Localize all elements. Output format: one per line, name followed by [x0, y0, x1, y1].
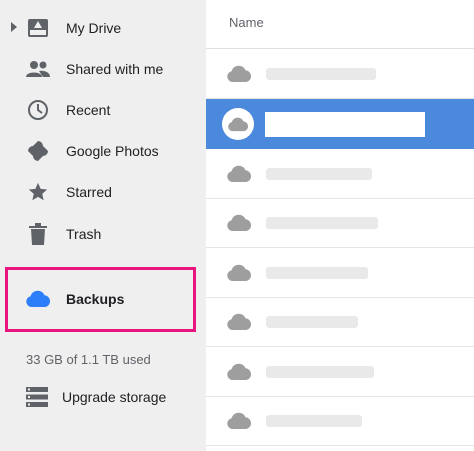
- cloud-icon: [227, 363, 252, 380]
- redacted-file-name: [265, 112, 425, 137]
- file-row[interactable]: [206, 297, 474, 347]
- file-list: Name: [206, 0, 474, 451]
- sidebar-item-trash[interactable]: Trash: [0, 214, 206, 254]
- file-row[interactable]: [206, 198, 474, 248]
- cloud-icon: [227, 65, 252, 82]
- file-row[interactable]: [206, 396, 474, 446]
- expand-arrow-icon[interactable]: [11, 22, 17, 32]
- redacted-file-name: [266, 415, 362, 427]
- file-row[interactable]: [206, 248, 474, 298]
- sidebar-item-shared-with-me[interactable]: Shared with me: [0, 49, 206, 89]
- redacted-file-name: [266, 168, 372, 180]
- cloud-icon: [227, 313, 252, 330]
- sidebar-item-label: Starred: [66, 184, 112, 200]
- cloud-icon: [25, 287, 51, 311]
- sidebar-item-label: Shared with me: [66, 61, 164, 77]
- name-column-header[interactable]: Name: [229, 15, 264, 30]
- pinwheel-icon: [26, 139, 50, 163]
- star-icon: [26, 180, 50, 204]
- upgrade-storage-label: Upgrade storage: [62, 389, 167, 405]
- sidebar-item-label: My Drive: [66, 20, 122, 36]
- file-row[interactable]: [206, 49, 474, 99]
- selection-circle: [222, 108, 254, 140]
- sidebar-item-label: Trash: [66, 226, 102, 242]
- cloud-icon: [227, 412, 252, 429]
- trash-icon: [26, 222, 50, 246]
- redacted-file-name: [266, 316, 358, 328]
- sidebar-item-recent[interactable]: Recent: [0, 90, 206, 130]
- column-header: Name: [206, 0, 474, 49]
- sidebar-item-label: Backups: [66, 291, 125, 307]
- file-row[interactable]: [206, 347, 474, 397]
- cloud-icon: [227, 165, 252, 182]
- people-icon: [26, 57, 50, 81]
- file-row-selected[interactable]: [206, 99, 474, 149]
- sidebar: My Drive Shared with me Recent Google Ph…: [0, 0, 206, 451]
- upgrade-storage-button[interactable]: Upgrade storage: [0, 380, 206, 414]
- sidebar-item-my-drive[interactable]: My Drive: [0, 8, 206, 48]
- storage-usage-text: 33 GB of 1.1 TB used: [26, 352, 151, 367]
- file-row[interactable]: [206, 149, 474, 199]
- sidebar-item-label: Google Photos: [66, 143, 159, 159]
- redacted-file-name: [266, 267, 368, 279]
- cloud-icon: [228, 117, 249, 131]
- sidebar-item-google-photos[interactable]: Google Photos: [0, 131, 206, 171]
- redacted-file-name: [266, 68, 376, 80]
- storage-icon: [26, 387, 48, 407]
- sidebar-item-label: Recent: [66, 102, 111, 118]
- redacted-file-name: [266, 366, 374, 378]
- drive-icon: [26, 16, 50, 40]
- redacted-file-name: [266, 217, 378, 229]
- sidebar-item-backups[interactable]: Backups: [0, 279, 206, 319]
- cloud-icon: [227, 264, 252, 281]
- sidebar-item-starred[interactable]: Starred: [0, 172, 206, 212]
- clock-icon: [26, 98, 50, 122]
- cloud-icon: [227, 214, 252, 231]
